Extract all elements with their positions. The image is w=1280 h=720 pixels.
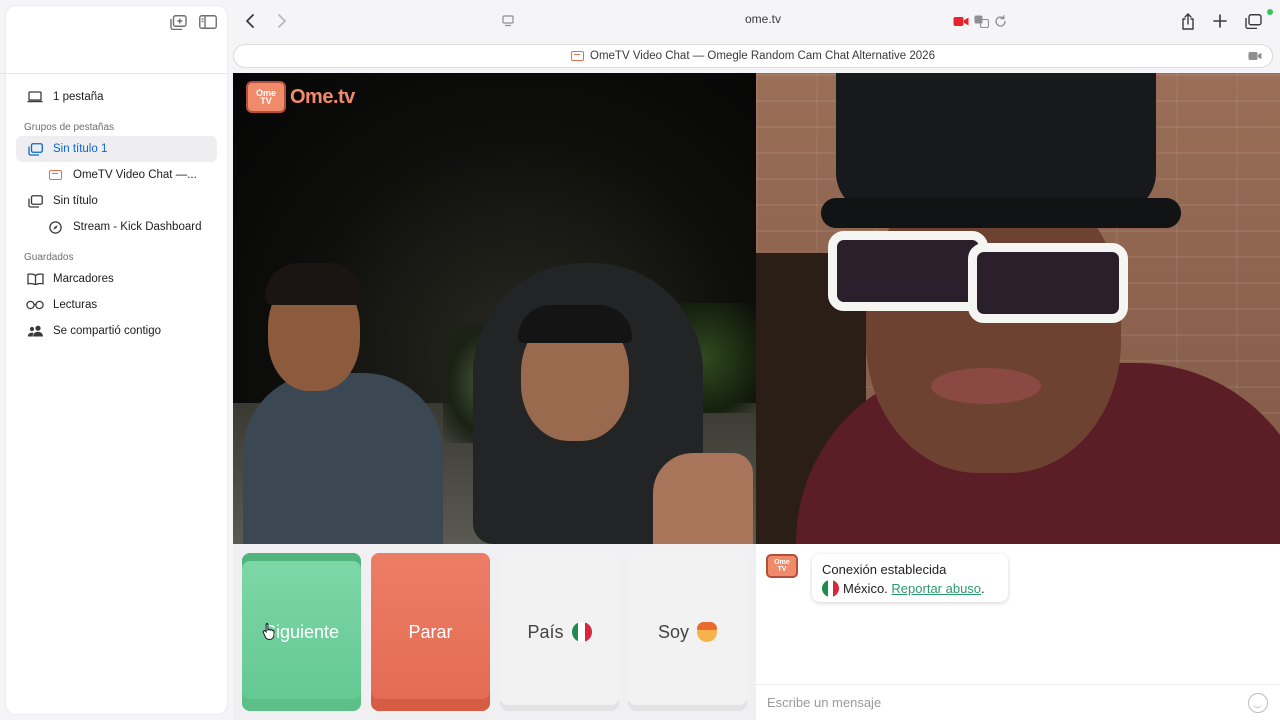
- new-tab-icon[interactable]: [1210, 12, 1230, 30]
- mexico-flag-icon: [822, 580, 839, 597]
- message-input[interactable]: [767, 695, 1227, 710]
- chat-panel: Ome TV Conexión establecida México. Repor…: [756, 544, 1280, 720]
- sidebar-item-label: Marcadores: [53, 273, 114, 285]
- self-video: ​: [756, 73, 1280, 544]
- sidebar-item-label: Se compartió contigo: [53, 325, 162, 337]
- tab-group-icon: [26, 194, 44, 208]
- sidebar: 1 pestaña Grupos de pestañas Sin título …: [0, 6, 227, 714]
- person-torso-decor: [243, 373, 443, 544]
- ometv-logo-text: Ome.tv: [290, 85, 355, 108]
- sidebar-item-label: OmeTV Video Chat —...: [73, 169, 197, 181]
- new-tab-group-icon[interactable]: [169, 14, 187, 30]
- connection-status: Conexión establecida: [822, 562, 947, 577]
- sunglasses-left-decor: [828, 231, 988, 311]
- sidebar-item-ometv-tab[interactable]: OmeTV Video Chat —...: [16, 162, 217, 188]
- sidebar-item-label: Stream - Kick Dashboard: [73, 221, 202, 233]
- report-suffix: .: [981, 581, 985, 596]
- message-input-bar: [756, 684, 1280, 720]
- sidebar-divider: [0, 73, 227, 74]
- sidebar-item-label: 1 pestaña: [53, 91, 104, 103]
- person-hair-decor: [265, 263, 363, 305]
- recording-indicator-dot: [1267, 9, 1273, 15]
- sunglasses-right-decor: [968, 243, 1128, 323]
- ometv-page: OmeTV Ome.tv ​ Siguiente Parar País Soy …: [233, 73, 1280, 720]
- sidebar-item-sin-titulo[interactable]: Sin título: [16, 188, 217, 214]
- sidebar-item-reading-list[interactable]: Lecturas: [16, 292, 217, 318]
- ometv-logo[interactable]: Ome TV Ome.tv: [246, 81, 355, 113]
- ometv-favicon-icon: [571, 51, 585, 61]
- sidebar-item-kick-dashboard[interactable]: Stream - Kick Dashboard: [16, 214, 217, 240]
- stop-button[interactable]: Parar: [371, 553, 490, 711]
- gender-button-label: Soy: [657, 621, 690, 642]
- address-bar[interactable]: ome.tv: [733, 12, 793, 26]
- person-hair-decor: [518, 305, 632, 343]
- active-tab[interactable]: OmeTV Video Chat — Omegle Random Cam Cha…: [233, 44, 1273, 68]
- country-button-label: País: [527, 621, 564, 642]
- emoji-picker-icon[interactable]: [1248, 693, 1268, 713]
- next-button[interactable]: Siguiente: [242, 553, 361, 711]
- ometv-logo-icon: Ome TV: [246, 81, 286, 113]
- person-emoji-icon: [697, 622, 718, 642]
- share-icon[interactable]: [1178, 12, 1198, 30]
- tab-overview-icon[interactable]: [1243, 12, 1263, 30]
- connection-country-line: México. Reportar abuso.: [822, 579, 998, 598]
- sidebar-item-label: Sin título 1: [53, 143, 108, 155]
- forward-button[interactable]: [272, 12, 292, 30]
- camera-in-use-icon[interactable]: [951, 12, 971, 30]
- hand-decor: [653, 453, 753, 544]
- sidebar-item-label: Sin título: [53, 195, 98, 207]
- page-menu-icon[interactable]: [498, 12, 518, 30]
- back-button[interactable]: [240, 12, 260, 30]
- sidebar-item-bookmarks[interactable]: Marcadores: [16, 266, 217, 292]
- glasses-icon: [26, 298, 44, 312]
- mexico-flag-icon: [571, 622, 592, 642]
- saved-heading: Guardados: [24, 252, 74, 263]
- sidebar-top-controls: [169, 14, 217, 30]
- tab-title: OmeTV Video Chat — Omegle Random Cam Cha…: [590, 50, 935, 62]
- mouth-decor: [931, 368, 1041, 404]
- sidebar-item-tabs[interactable]: 1 pestaña: [16, 84, 217, 110]
- laptop-icon: [26, 90, 44, 104]
- system-message: Conexión establecida México. Reportar ab…: [812, 554, 1008, 602]
- tab-camera-icon: [1248, 51, 1262, 64]
- browser-toolbar: ome.tv: [233, 0, 1280, 44]
- cap-decor: [836, 73, 1156, 213]
- cap-brim-decor: [821, 198, 1181, 228]
- tab-groups-heading: Grupos de pestañas: [24, 122, 115, 133]
- stranger-video: Ome TV Ome.tv: [233, 73, 756, 544]
- report-abuse-link[interactable]: Reportar abuso: [891, 581, 981, 596]
- ometv-chat-avatar-icon: Ome TV: [766, 554, 798, 578]
- sidebar-item-label: Lecturas: [53, 299, 98, 311]
- translate-icon[interactable]: [971, 12, 991, 30]
- hand-cursor-icon: [262, 623, 275, 640]
- tab-group-icon: [26, 142, 44, 156]
- gender-button[interactable]: Soy: [628, 553, 747, 711]
- sidebar-list: 1 pestaña Grupos de pestañas Sin título …: [16, 84, 217, 344]
- reload-icon[interactable]: [990, 12, 1010, 30]
- sidebar-item-shared-with-you[interactable]: Se compartió contigo: [16, 318, 217, 344]
- sidebar-item-sin-titulo-1[interactable]: Sin título 1: [16, 136, 217, 162]
- shared-people-icon: [26, 324, 44, 338]
- country-button[interactable]: País: [500, 553, 619, 711]
- compass-icon: [46, 220, 64, 234]
- book-icon: [26, 272, 44, 286]
- partner-country: México.: [843, 581, 888, 596]
- ometv-favicon-icon: [46, 168, 64, 182]
- sidebar-toggle-icon[interactable]: [199, 14, 217, 30]
- stop-button-label: Parar: [408, 621, 453, 642]
